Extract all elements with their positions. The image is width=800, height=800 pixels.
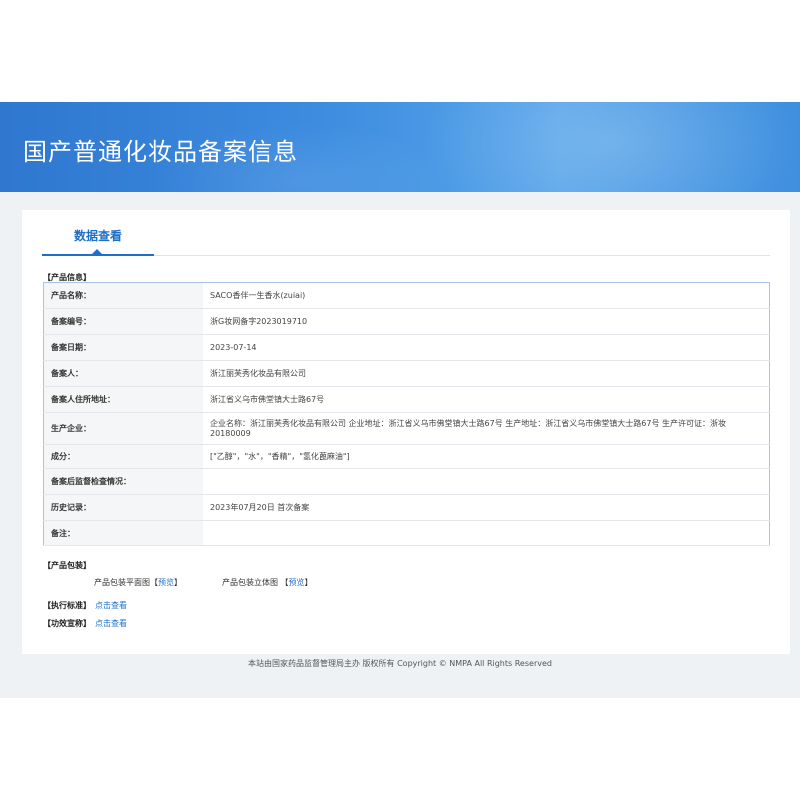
table-row: 备案编号： 浙G妆网备字2023019710 [43,308,770,335]
field-value-product-name: SACO香伴一生香水(zuiai) [203,282,770,309]
packaging-solid-row: 产品包装立体图 【预览】 [222,577,313,588]
footer-copyright: 本站由国家药品监督管理局主办 版权所有 Copyright © NMPA All… [248,659,552,668]
effect-view-link[interactable]: 点击查看 [95,619,127,628]
field-value-filing-date: 2023-07-14 [203,334,770,361]
field-value-filer: 浙江丽芙秀化妆品有限公司 [203,360,770,387]
table-row: 备案日期： 2023-07-14 [43,334,770,361]
table-row: 备案人： 浙江丽芙秀化妆品有限公司 [43,360,770,387]
table-row: 产品名称： SACO香伴一生香水(zuiai) [43,282,770,309]
packaging-solid-preview-link[interactable]: 预览 [289,578,305,587]
field-label-history: 历史记录： [43,494,203,521]
field-label-product-name: 产品名称： [43,282,203,309]
table-row: 备案人住所地址： 浙江省义乌市佛堂镇大士路67号 [43,386,770,413]
packaging-flat-row: 产品包装平面图【预览】 [94,577,182,588]
tab-data-view[interactable]: 数据查看 [42,221,154,256]
effect-heading: 【功效宣称】 [43,619,91,628]
bracket-close: 】 [304,578,313,587]
table-row: 生产企业： 企业名称：浙江丽芙秀化妆品有限公司 企业地址：浙江省义乌市佛堂镇大士… [43,412,770,445]
field-value-ingredients: ["乙醇"，"水"，"香精"，"氢化蓖麻油"] [203,444,770,469]
tab-label: 数据查看 [73,229,122,243]
packaging-heading: 【产品包装】 [43,561,91,570]
standard-heading: 【执行标准】 [43,601,91,610]
table-row: 历史记录： 2023年07月20日 首次备案 [43,494,770,521]
field-label-filing-date: 备案日期： [43,334,203,361]
field-value-filing-number: 浙G妆网备字2023019710 [203,308,770,335]
field-label-filing-number: 备案编号： [43,308,203,335]
effect-row: 【功效宣称】 点击查看 [43,618,127,629]
table-row: 备案后监督检查情况： [43,468,770,495]
field-label-inspection: 备案后监督检查情况： [43,468,203,495]
field-value-filer-address: 浙江省义乌市佛堂镇大士路67号 [203,386,770,413]
field-value-manufacturer: 企业名称：浙江丽芙秀化妆品有限公司 企业地址：浙江省义乌市佛堂镇大士路67号 生… [203,412,770,445]
page: 国产普通化妆品备案信息 数据查看 【产品信息】 产品名称： SACO香伴一生香水… [0,0,800,800]
field-label-filer: 备案人： [43,360,203,387]
standard-view-link[interactable]: 点击查看 [95,601,127,610]
table-row: 备注： [43,520,770,546]
packaging-solid-label: 产品包装立体图 【 [222,578,289,587]
product-info-table: 产品名称： SACO香伴一生香水(zuiai) 备案编号： 浙G妆网备字2023… [43,282,770,546]
field-label-filer-address: 备案人住所地址： [43,386,203,413]
banner-decoration [420,102,800,192]
page-title: 国产普通化妆品备案信息 [23,138,298,166]
field-value-inspection [203,468,770,495]
content-card: 数据查看 【产品信息】 产品名称： SACO香伴一生香水(zuiai) 备案编号… [22,210,790,654]
table-row: 成分： ["乙醇"，"水"，"香精"，"氢化蓖麻油"] [43,444,770,469]
bracket-close: 】 [174,578,182,587]
header-banner: 国产普通化妆品备案信息 [0,102,800,192]
field-label-remarks: 备注： [43,520,203,546]
field-value-remarks [203,520,770,546]
field-label-manufacturer: 生产企业： [43,412,203,445]
field-value-history: 2023年07月20日 首次备案 [203,494,770,521]
packaging-flat-label: 产品包装平面图【 [94,578,158,587]
tab-bar: 数据查看 [42,221,770,256]
packaging-flat-preview-link[interactable]: 预览 [158,578,174,587]
tab-caret-icon [92,249,102,254]
field-label-ingredients: 成分： [43,444,203,469]
standard-row: 【执行标准】 点击查看 [43,600,127,611]
